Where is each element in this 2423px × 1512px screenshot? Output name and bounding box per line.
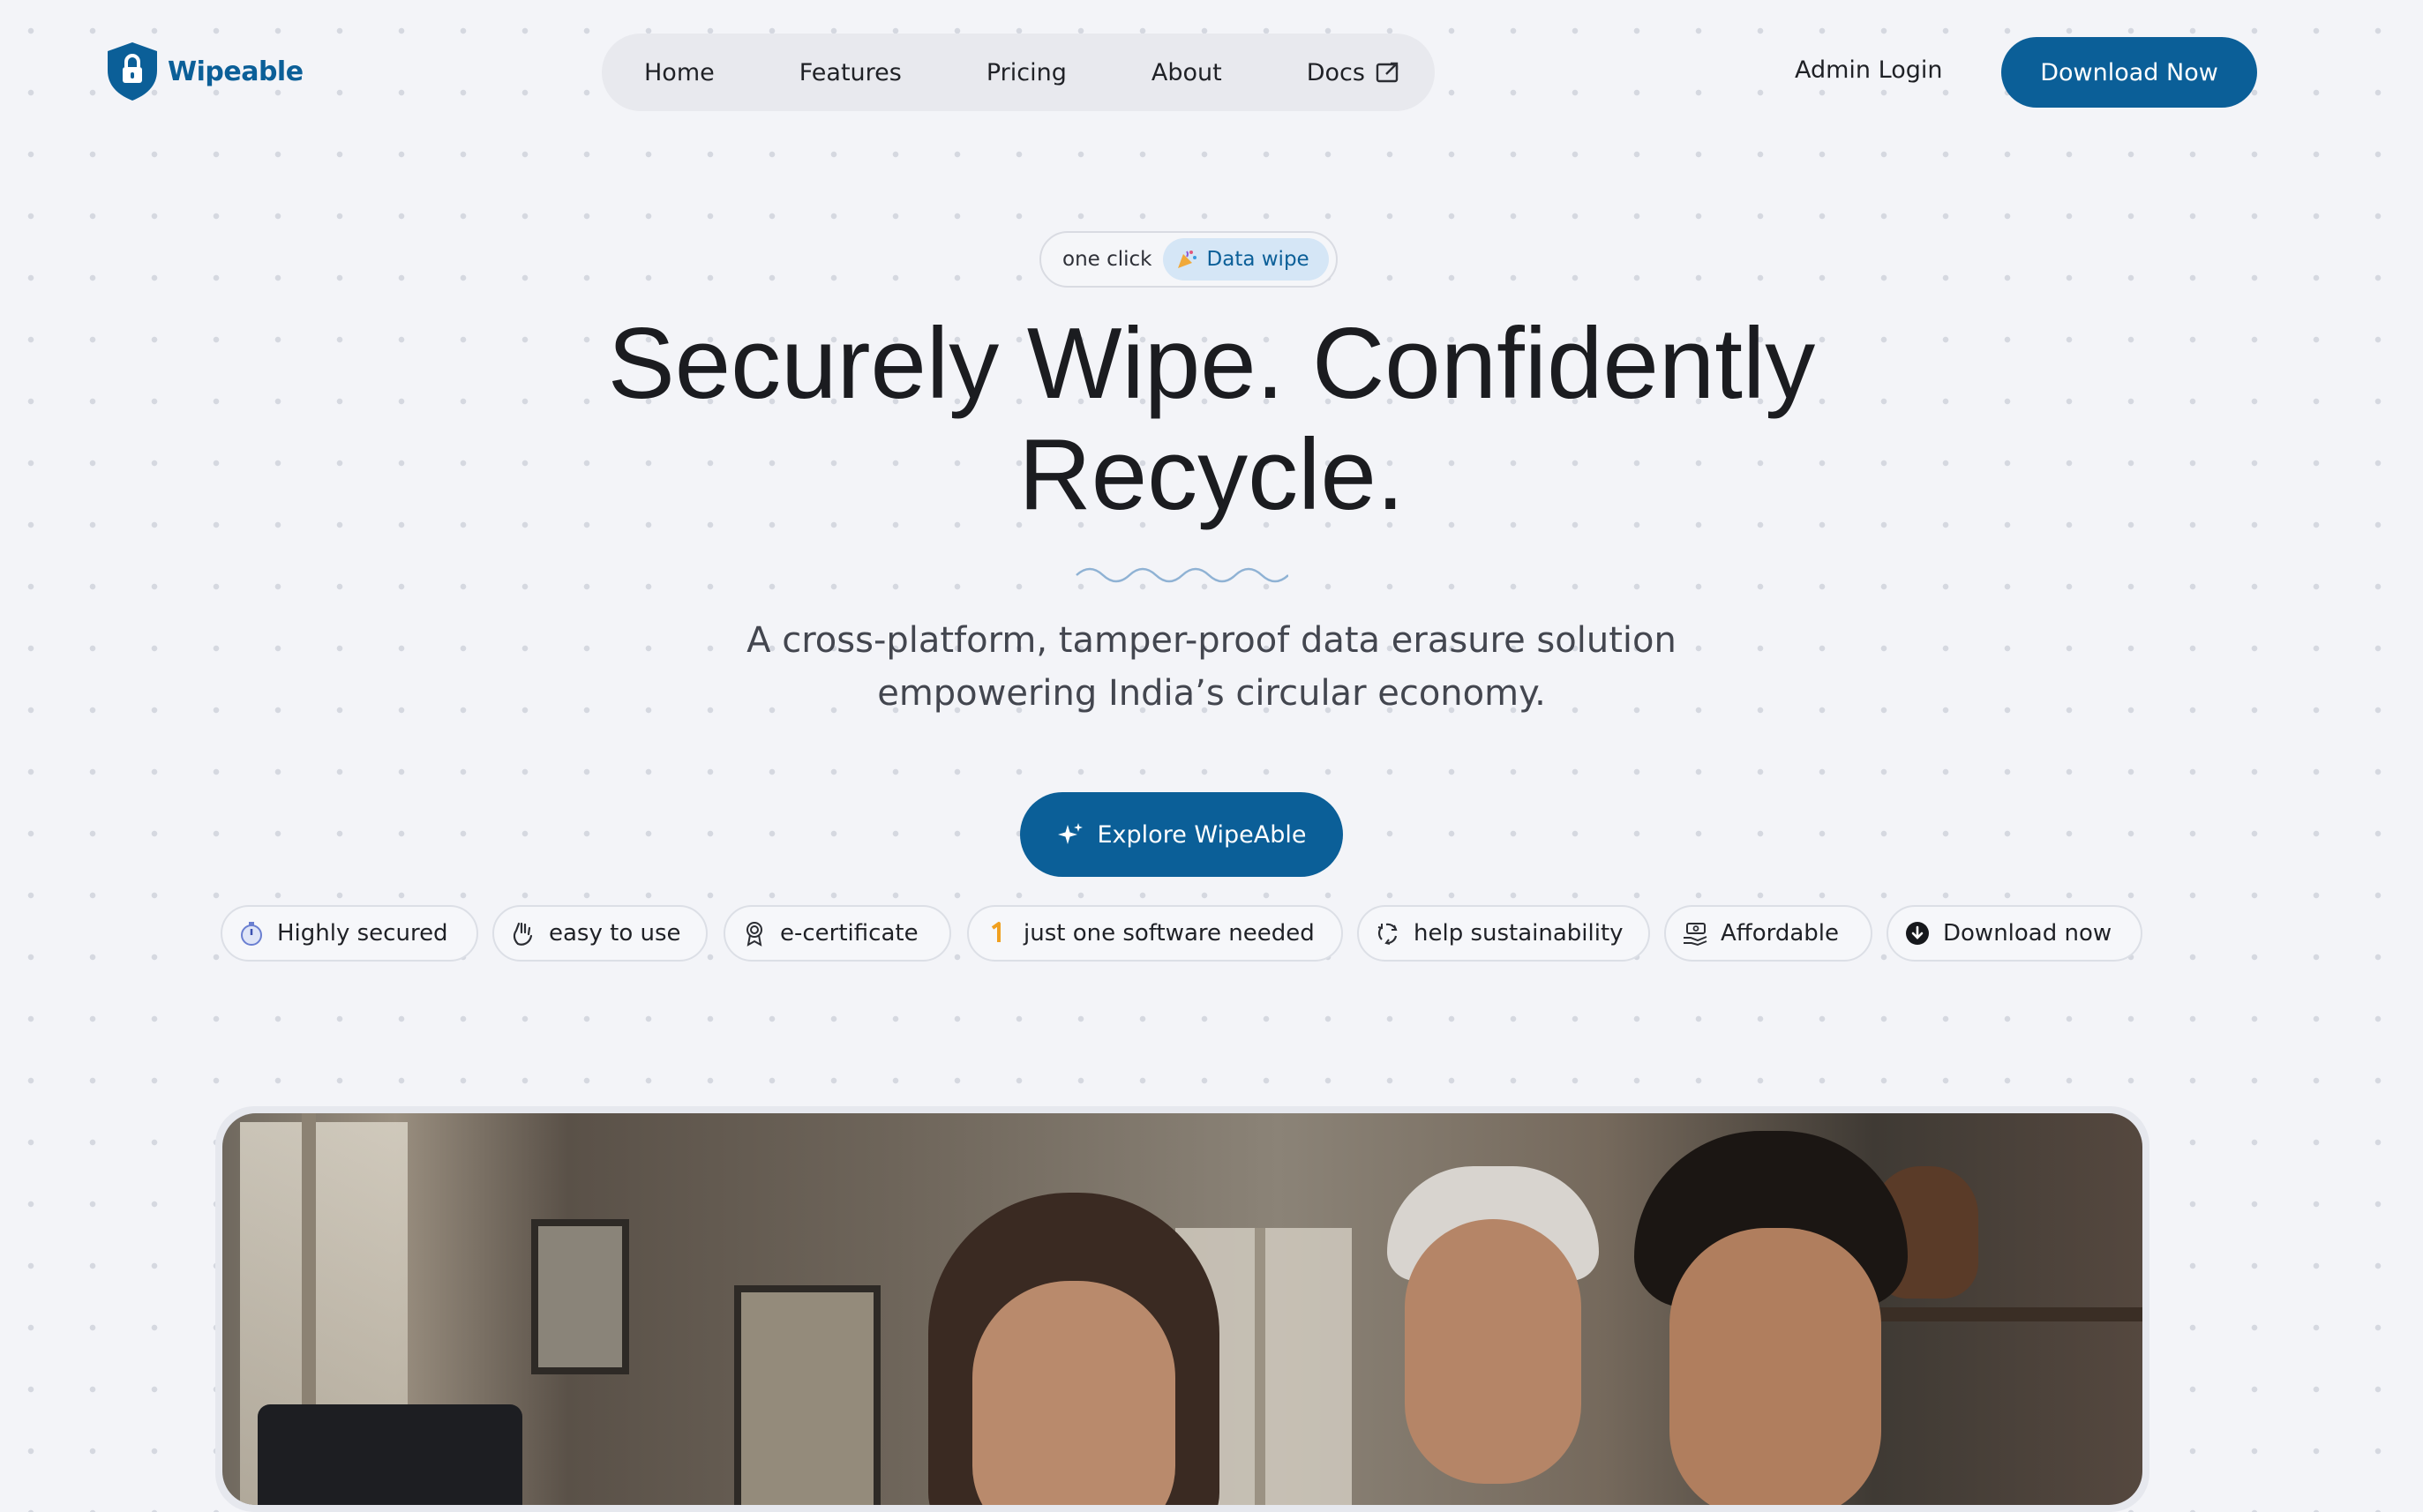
main-nav: Home Features Pricing About Docs <box>602 34 1435 111</box>
stopwatch-icon <box>238 920 265 947</box>
hero-title-line1: Securely Wipe. Confidently <box>607 308 1816 420</box>
nav-home-label: Home <box>644 58 715 86</box>
nav-features[interactable]: Features <box>799 59 902 86</box>
download-now-button[interactable]: Download Now <box>2001 37 2257 108</box>
hero-badge-chip: Data wipe <box>1162 238 1329 281</box>
nav-home[interactable]: Home <box>644 59 715 86</box>
pill-easy-to-use[interactable]: easy to use <box>492 905 708 962</box>
download-circle-icon <box>1904 920 1931 947</box>
pill-label: help sustainability <box>1414 920 1624 947</box>
pill-help-sustainability[interactable]: help sustainability <box>1357 905 1650 962</box>
hero-title: Securely Wipe. Confidently Recycle. <box>506 309 1917 531</box>
pill-download-now[interactable]: Download now <box>1887 905 2142 962</box>
nav-about[interactable]: About <box>1151 59 1222 86</box>
hero-badge-chip-label: Data wipe <box>1206 248 1309 271</box>
pill-label: Highly secured <box>277 920 448 947</box>
nav-pricing[interactable]: Pricing <box>986 59 1067 86</box>
party-popper-icon <box>1177 251 1196 268</box>
money-hand-icon <box>1682 920 1708 947</box>
award-ribbon-icon <box>741 920 768 947</box>
pill-affordable[interactable]: Affordable <box>1664 905 1872 962</box>
hero-badge: one click Data wipe <box>1039 231 1338 288</box>
number-one-icon <box>985 920 1011 947</box>
nav-pricing-label: Pricing <box>986 58 1067 86</box>
explore-wipeable-label: Explore WipeAble <box>1097 820 1307 849</box>
sparkles-icon <box>1057 823 1083 844</box>
explore-wipeable-button[interactable]: Explore WipeAble <box>1020 792 1343 877</box>
nav-docs[interactable]: Docs <box>1307 59 1400 86</box>
pill-label: just one software needed <box>1024 920 1315 947</box>
external-link-icon <box>1376 62 1399 83</box>
pill-label: easy to use <box>549 920 681 947</box>
hero-subtitle: A cross-platform, tamper-proof data eras… <box>594 614 1829 720</box>
hero-photo <box>222 1113 2142 1505</box>
pill-one-software[interactable]: just one software needed <box>967 905 1343 962</box>
hero-badge-lead: one click <box>1062 248 1152 271</box>
nav-about-label: About <box>1151 58 1222 86</box>
admin-login-link[interactable]: Admin Login <box>1795 56 1942 84</box>
brand-name: Wipeable <box>168 56 304 87</box>
recycle-icon <box>1375 920 1401 947</box>
nav-docs-label: Docs <box>1306 58 1365 86</box>
nav-features-label: Features <box>799 58 902 86</box>
hero-title-line2: Recycle. <box>1018 419 1405 531</box>
hero-subtitle-line1: A cross-platform, tamper-proof data eras… <box>746 620 1677 661</box>
pill-highly-secured[interactable]: Highly secured <box>221 905 478 962</box>
shield-lock-icon <box>108 42 157 101</box>
squiggle-divider <box>1076 567 1288 583</box>
brand-logo[interactable]: Wipeable <box>104 41 304 102</box>
pill-label: Affordable <box>1721 920 1839 947</box>
pill-e-certificate[interactable]: e-certificate <box>724 905 951 962</box>
pill-label: Download now <box>1943 920 2112 947</box>
hand-wave-icon <box>510 920 536 947</box>
hero-subtitle-line2: empowering India’s circular economy. <box>877 673 1546 714</box>
pill-label: e-certificate <box>780 920 919 947</box>
hero-image-frame <box>215 1106 2149 1512</box>
